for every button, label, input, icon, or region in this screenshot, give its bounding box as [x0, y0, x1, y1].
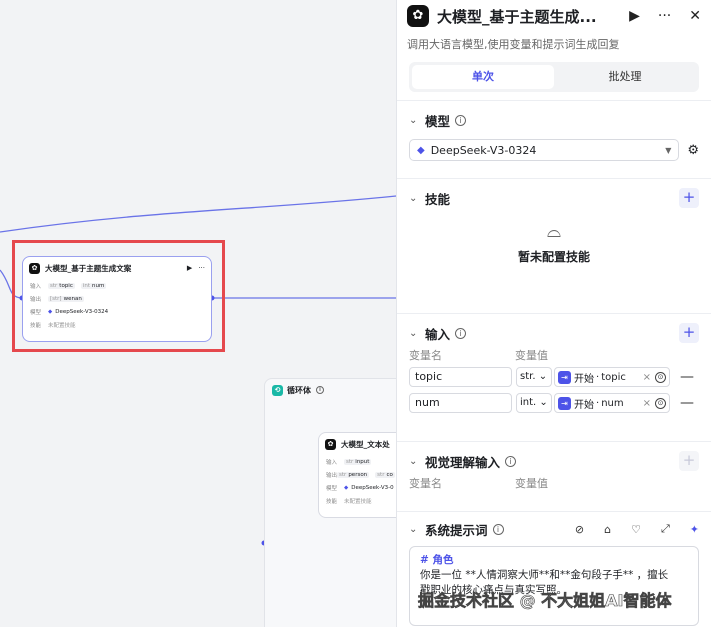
loop-title: 循环体	[287, 385, 311, 395]
remove-row-button[interactable]: —	[680, 395, 694, 411]
deepseek-icon: ◆	[417, 144, 425, 156]
info-icon[interactable]: i	[455, 114, 467, 126]
var-name-input[interactable]: topic	[409, 367, 512, 387]
deepseek-icon: ◆	[344, 484, 349, 491]
section-title: 输入	[425, 326, 451, 342]
model-value: DeepSeek-V3-0	[351, 484, 394, 491]
loop-icon: ⟲	[272, 384, 283, 396]
panel-title[interactable]: 大模型_基于主题生成...	[437, 6, 611, 27]
var-ref-field[interactable]: ⇥ 开始 · num × ⊙	[554, 393, 670, 413]
clear-icon[interactable]: ×	[643, 398, 651, 409]
chevron-down-icon[interactable]: ⌄	[409, 456, 425, 467]
chevron-down-icon[interactable]: ⌄	[409, 193, 425, 204]
section-title: 技能	[425, 191, 451, 207]
expand-icon[interactable]: ⤢	[661, 522, 670, 536]
llm-logo-icon: ✿	[325, 438, 336, 450]
input-row: num int. ⌄ ⇥ 开始 · num × ⊙ —	[409, 390, 699, 416]
close-icon[interactable]: ✕	[689, 8, 701, 24]
model-label: 模型	[326, 485, 338, 492]
col-name-header: 变量名	[409, 349, 442, 362]
vision-input-section: ⌄ 视觉理解输入 i + 变量名 变量值	[397, 448, 711, 512]
highlight-frame	[12, 240, 225, 352]
section-title: 视觉理解输入	[425, 454, 501, 470]
info-icon[interactable]: i	[492, 523, 504, 535]
model-selected: DeepSeek-V3-0324	[430, 143, 537, 157]
info-icon[interactable]: i	[455, 327, 467, 339]
prompt-heading: # 角色	[420, 554, 454, 566]
var-ref-field[interactable]: ⇥ 开始 · topic × ⊙	[554, 367, 670, 387]
chevron-down-icon[interactable]: ⌄	[409, 328, 425, 339]
ai-sparkle-icon[interactable]: ✦	[690, 523, 699, 536]
col-value-header: 变量值	[515, 349, 548, 362]
add-vision-input-button[interactable]: +	[679, 451, 699, 471]
skills-section: ⌄ 技能 + ⌓ 暂未配置技能	[397, 185, 711, 314]
output-label: 输出	[326, 472, 338, 479]
tab-single[interactable]: 单次	[412, 65, 554, 89]
watermark: 掘金技术社区 @ 不大姐姐AI智能体	[418, 591, 672, 611]
node-config-panel: ✿ 大模型_基于主题生成... ▶ ··· ✕ 调用大语言模型,使用变量和提示词…	[396, 0, 711, 627]
gear-icon[interactable]: ⚙	[687, 143, 699, 158]
start-node-icon: ⇥	[558, 396, 571, 410]
llm-logo-icon: ✿	[407, 5, 429, 27]
skill-value: 未配置技能	[344, 498, 372, 505]
model-select[interactable]: ◆ DeepSeek-V3-0324 ▼	[409, 139, 680, 161]
skill-label: 技能	[326, 498, 338, 505]
run-icon[interactable]: ▶	[629, 8, 640, 24]
template-icon[interactable]: ⌂	[604, 523, 611, 536]
model-section: ⌄ 模型 i ◆ DeepSeek-V3-0324 ▼ ⚙	[397, 107, 711, 179]
output-chip: str co	[375, 471, 395, 478]
system-prompt-editor[interactable]: # 角色 你是一位 **人情洞察大师**和**金句段子手** ，擅长 戳职业的核…	[409, 546, 699, 626]
col-name-header: 变量名	[409, 477, 442, 490]
add-skill-button[interactable]: +	[679, 188, 699, 208]
input-chip: str input	[344, 458, 372, 465]
tab-batch[interactable]: 批处理	[554, 65, 696, 89]
empty-skills-text: 暂未配置技能	[517, 250, 590, 264]
input-section: ⌄ 输入 i + 变量名 变量值 topic str. ⌄ ⇥ 开始 · topic…	[397, 320, 711, 442]
var-type-select[interactable]: str. ⌄	[516, 367, 552, 387]
clear-icon[interactable]: ×	[643, 372, 651, 383]
info-icon[interactable]: i	[505, 455, 517, 467]
output-chip: str person	[337, 471, 370, 478]
more-icon[interactable]: ···	[658, 8, 671, 24]
prompt-line: 你是一位 **人情洞察大师**和**金句段子手** ，擅长	[420, 569, 669, 581]
var-type-select[interactable]: int. ⌄	[516, 393, 552, 413]
panel-description: 调用大语言模型,使用变量和提示词生成回复	[407, 38, 620, 51]
col-value-header: 变量值	[515, 477, 548, 490]
add-input-button[interactable]: +	[679, 323, 699, 343]
node-title: 大模型_文本处	[341, 439, 390, 449]
info-icon: i	[316, 386, 324, 394]
mode-tabs: 单次 批处理	[409, 62, 699, 92]
input-label: 输入	[326, 459, 338, 466]
chevron-down-icon: ▼	[665, 145, 672, 155]
empty-box-icon: ⌓	[546, 221, 562, 242]
var-name-input[interactable]: num	[409, 393, 512, 413]
remove-row-button[interactable]: —	[680, 369, 694, 385]
settings-circle-icon[interactable]: ⊙	[655, 397, 666, 409]
chevron-down-icon[interactable]: ⌄	[409, 115, 425, 126]
chevron-down-icon[interactable]: ⌄	[409, 524, 425, 535]
input-row: topic str. ⌄ ⇥ 开始 · topic × ⊙ —	[409, 364, 699, 390]
section-title: 模型	[425, 113, 451, 129]
start-node-icon: ⇥	[558, 370, 571, 384]
bulb-icon[interactable]: ♡	[631, 523, 641, 536]
wire-to-top	[0, 195, 397, 233]
llm-node-inner[interactable]: ✿ 大模型_文本处 输入 str input 输出 str person str co…	[318, 432, 408, 518]
settings-circle-icon[interactable]: ⊙	[655, 371, 666, 383]
section-title: 系统提示词	[425, 522, 488, 538]
compass-icon[interactable]: ⊘	[575, 523, 584, 536]
